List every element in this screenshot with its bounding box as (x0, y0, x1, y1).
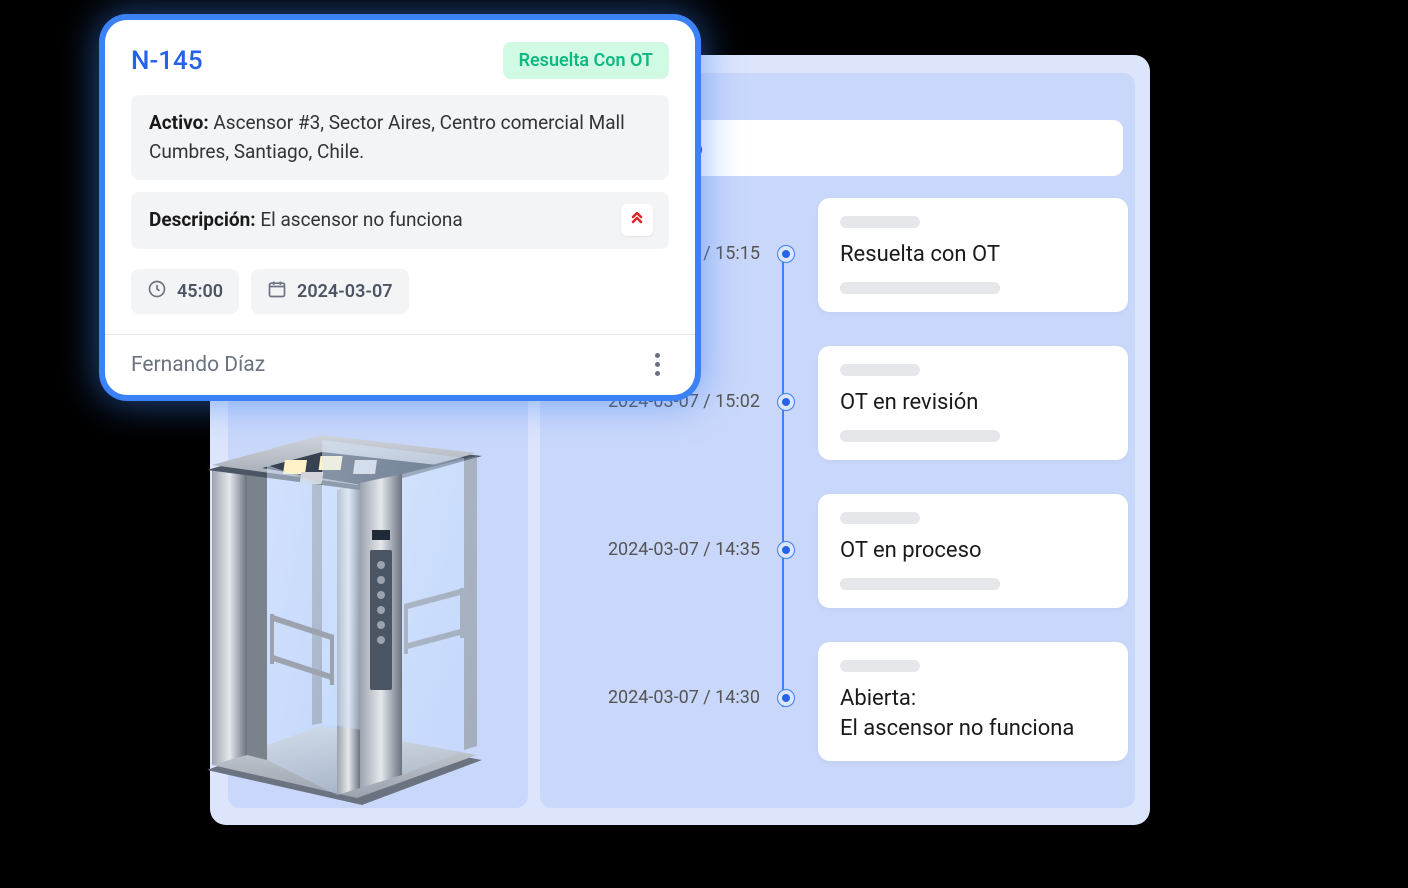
timeline-card-title: OT en revisión (840, 388, 1106, 418)
skeleton-placeholder (840, 430, 1000, 442)
descripcion-label: Descripción: (149, 208, 256, 231)
date-chip: 2024-03-07 (251, 269, 408, 314)
timeline-card-title: OT en proceso (840, 536, 1106, 566)
timeline-timestamp: 2024-03-07 / 14:35 (580, 539, 760, 560)
calendar-icon (267, 279, 287, 304)
timeline-item: 2024-03-07 / 14:30 Abierta: El ascensor … (580, 642, 1128, 761)
activo-label: Activo: (149, 111, 209, 134)
activo-field: Activo: Ascensor #3, Sector Aires, Centr… (131, 95, 669, 180)
skeleton-placeholder (840, 660, 920, 672)
ticket-meta-row: 45:00 2024-03-07 (105, 261, 695, 334)
timeline-dot-icon (778, 394, 794, 410)
skeleton-placeholder (840, 216, 920, 228)
ticket-card[interactable]: N-145 Resuelta Con OT Activo: Ascensor #… (105, 20, 695, 395)
status-badge: Resuelta Con OT (503, 42, 669, 79)
timeline-item: 2024-03-07 / 14:35 OT en proceso (580, 494, 1128, 608)
ticket-id: N-145 (131, 46, 203, 76)
timeline-card-title: Abierta: El ascensor no funciona (840, 684, 1106, 743)
skeleton-placeholder (840, 364, 920, 376)
timeline-dot-icon (778, 542, 794, 558)
duration-chip: 45:00 (131, 269, 239, 314)
skeleton-placeholder (840, 282, 1000, 294)
assignee-name: Fernando Díaz (131, 353, 265, 377)
duration-value: 45:00 (177, 281, 223, 302)
timeline-card[interactable]: OT en proceso (818, 494, 1128, 608)
descripcion-value: El ascensor no funciona (260, 208, 462, 231)
timeline-card[interactable]: Resuelta con OT (818, 198, 1128, 312)
priority-high-icon (621, 204, 653, 236)
timeline-timestamp: 2024-03-07 / 14:30 (580, 687, 760, 708)
timeline-dot-icon (778, 690, 794, 706)
elevator-image (182, 410, 502, 810)
clock-icon (147, 279, 167, 304)
timeline-card-title: Resuelta con OT (840, 240, 1106, 270)
date-value: 2024-03-07 (297, 281, 392, 302)
skeleton-placeholder (840, 578, 1000, 590)
ticket-header: N-145 Resuelta Con OT (105, 20, 695, 95)
timeline-card[interactable]: OT en revisión (818, 346, 1128, 460)
timeline-line (782, 257, 784, 707)
descripcion-field: Descripción: El ascensor no funciona (131, 192, 669, 249)
skeleton-placeholder (840, 512, 920, 524)
more-vertical-icon[interactable] (645, 353, 669, 377)
activo-value: Ascensor #3, Sector Aires, Centro comerc… (149, 111, 625, 163)
ticket-footer: Fernando Díaz (105, 334, 695, 395)
timeline-dot-icon (778, 246, 794, 262)
timeline-card[interactable]: Abierta: El ascensor no funciona (818, 642, 1128, 761)
